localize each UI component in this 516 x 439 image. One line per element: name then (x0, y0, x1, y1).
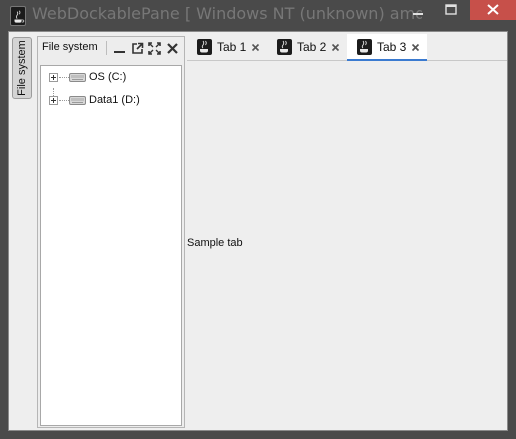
java-coffee-icon (10, 6, 26, 26)
file-tree[interactable]: OS (C:) Data1 (D:) (40, 65, 182, 426)
tree-connector (59, 77, 69, 78)
minimize-icon (114, 51, 125, 53)
tab-label: Tab 3 (377, 40, 407, 54)
close-icon (331, 43, 340, 52)
title-bar[interactable]: WebDockablePane [ Windows NT (unknown) a… (0, 0, 516, 32)
app-window: WebDockablePane [ Windows NT (unknown) a… (0, 0, 516, 439)
tabbed-pane: Tab 1 Tab 2 Tab 3 Sample tab (187, 32, 507, 430)
minimize-icon (413, 13, 423, 15)
maximize-icon (445, 4, 457, 15)
tab-1[interactable]: Tab 1 (187, 34, 267, 60)
tab-content: Sample tab (187, 61, 507, 430)
tab-close-button[interactable] (411, 43, 420, 52)
hard-drive-icon (69, 71, 86, 84)
tab-2[interactable]: Tab 2 (267, 34, 347, 60)
pane-close-button[interactable] (166, 42, 179, 55)
tab-label: Tab 1 (217, 40, 247, 54)
file-system-pane: File system OS (C:) Data1 (D:) (37, 36, 185, 428)
tab-close-button[interactable] (251, 43, 260, 52)
float-icon (132, 42, 144, 54)
tab-label: Tab 2 (297, 40, 327, 54)
window-maximize-button[interactable] (438, 0, 464, 20)
pane-header: File system (38, 37, 184, 59)
tree-item-label: Data1 (D:) (89, 94, 140, 106)
maximize-icon (148, 42, 161, 55)
side-tab-file-system[interactable]: File system (12, 37, 32, 99)
java-coffee-icon (197, 39, 212, 55)
window-title: WebDockablePane [ Windows NT (unknown) a… (32, 4, 422, 23)
expand-icon[interactable] (49, 73, 58, 82)
pane-float-button[interactable] (131, 42, 144, 55)
window-close-button[interactable] (470, 0, 516, 20)
tree-item-drive-c[interactable]: OS (C:) (41, 69, 181, 87)
pane-title: File system (42, 41, 98, 53)
tree-item-drive-d[interactable]: Data1 (D:) (41, 92, 181, 110)
client-area: File system File system OS (C:) Data1 (D… (8, 31, 508, 431)
java-coffee-icon (357, 39, 372, 55)
java-coffee-icon (277, 39, 292, 55)
pane-maximize-button[interactable] (148, 42, 161, 55)
pane-minimize-button[interactable] (113, 42, 126, 55)
tree-connector (59, 100, 69, 101)
close-icon (251, 43, 260, 52)
close-icon (167, 43, 178, 54)
hard-drive-icon (69, 94, 86, 107)
tab-close-button[interactable] (331, 43, 340, 52)
header-divider (106, 41, 107, 55)
window-minimize-button[interactable] (405, 0, 431, 20)
side-tab-label: File system (16, 40, 28, 96)
close-icon (411, 43, 420, 52)
tab-bar: Tab 1 Tab 2 Tab 3 (187, 34, 507, 62)
tree-item-label: OS (C:) (89, 71, 127, 83)
close-icon (487, 4, 499, 15)
expand-icon[interactable] (49, 96, 58, 105)
content-text: Sample tab (187, 237, 243, 249)
tab-3[interactable]: Tab 3 (347, 34, 427, 62)
